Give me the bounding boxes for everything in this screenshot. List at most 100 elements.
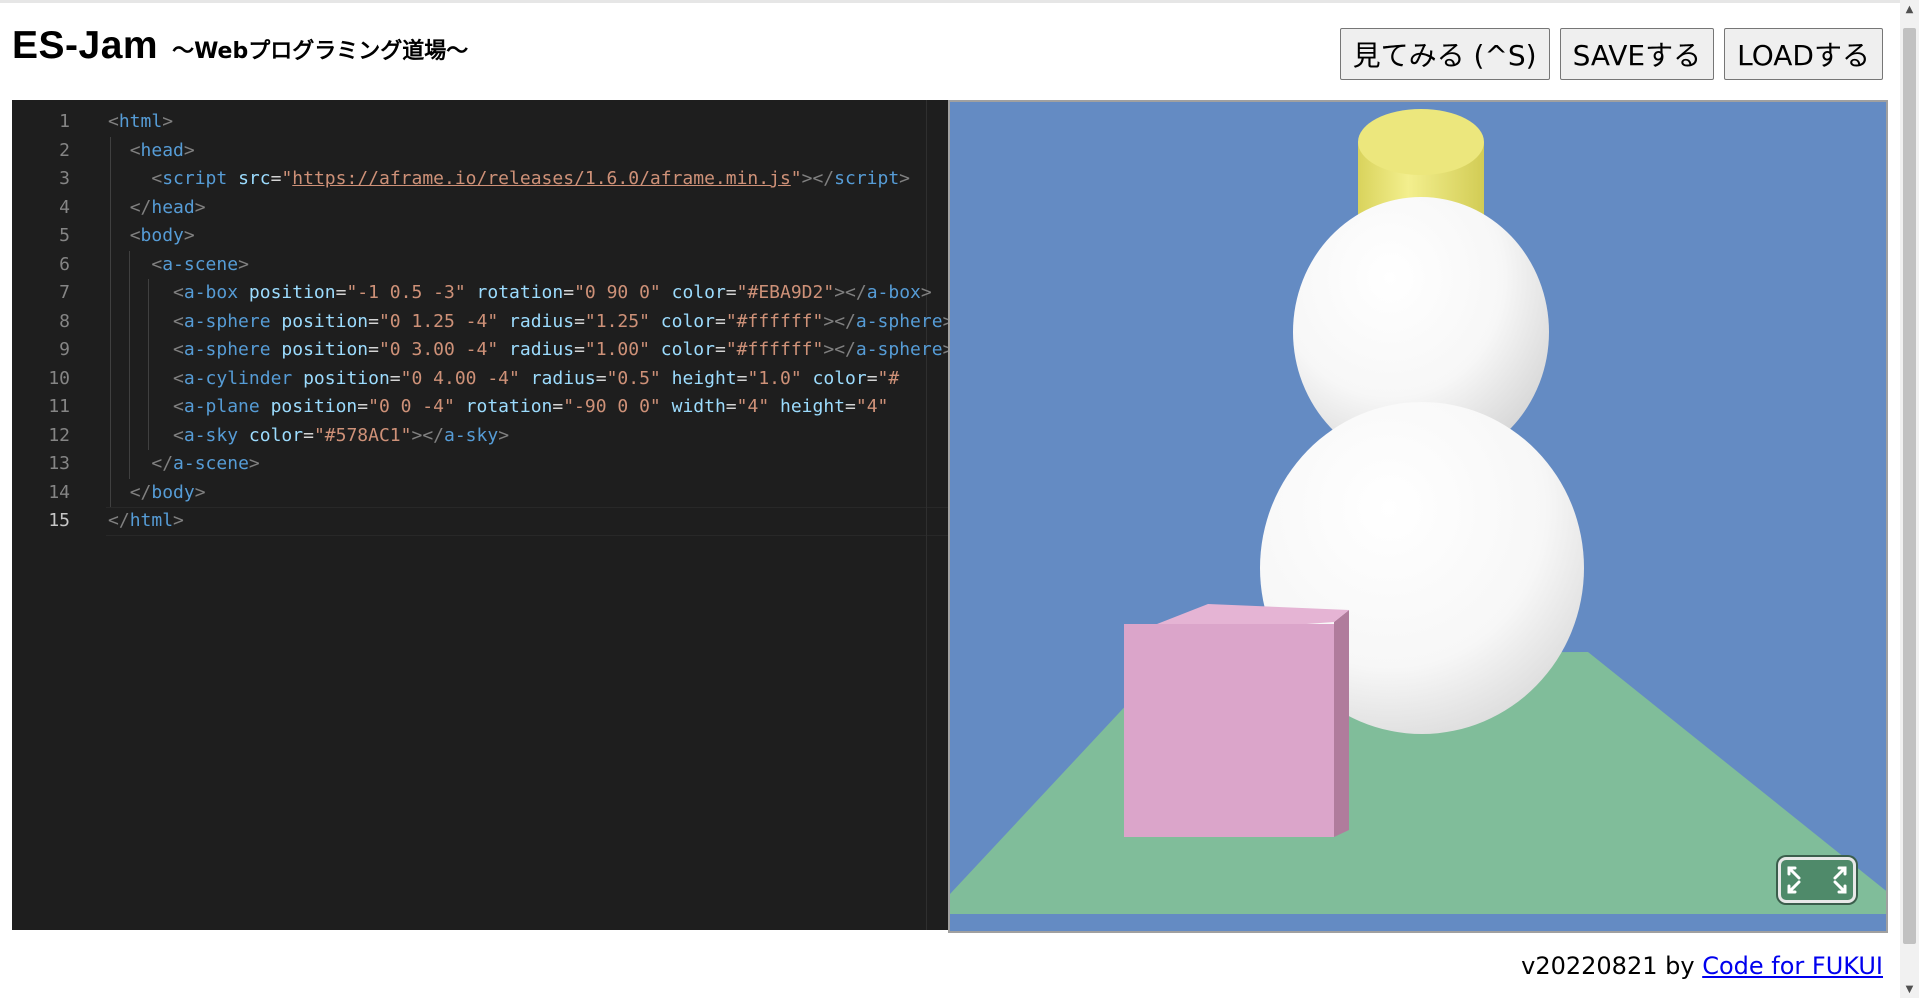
code-token: a-sphere bbox=[183, 310, 271, 332]
app-subtitle: ～Webプログラミング道場～ bbox=[172, 39, 469, 64]
code-token: > bbox=[194, 196, 206, 218]
code-line[interactable]: <a-box position="-1 0.5 -3" rotation="0 … bbox=[108, 279, 932, 308]
code-token: ></ bbox=[823, 339, 856, 360]
code-line[interactable]: </html> bbox=[108, 507, 184, 536]
view-button[interactable]: 見てみる (^S) bbox=[1339, 28, 1550, 80]
line-number: 8 bbox=[59, 310, 70, 332]
code-token: ></ bbox=[801, 168, 835, 189]
line-number: 11 bbox=[48, 396, 70, 417]
cylinder-hat-top bbox=[1358, 109, 1484, 175]
code-line[interactable]: <a-cylinder position="0 4.00 -4" radius=… bbox=[108, 365, 899, 394]
code-token: = bbox=[725, 282, 737, 303]
load-button[interactable]: LOADする bbox=[1724, 28, 1883, 80]
line-number: 10 bbox=[48, 367, 70, 389]
save-button[interactable]: SAVEする bbox=[1559, 28, 1715, 80]
pink-box-side bbox=[1334, 610, 1349, 837]
code-line[interactable]: <head> bbox=[108, 137, 195, 166]
line-number: 7 bbox=[59, 282, 70, 303]
code-token: </ bbox=[108, 510, 130, 531]
code-token: color bbox=[660, 339, 715, 360]
code-for-fukui-link[interactable]: Code for FUKUI bbox=[1702, 952, 1883, 980]
code-token: < bbox=[151, 253, 163, 275]
code-token: head bbox=[151, 196, 195, 218]
code-token: position bbox=[303, 367, 390, 389]
code-token: " bbox=[281, 168, 293, 189]
code-token: "4" bbox=[736, 396, 770, 417]
code-token: color bbox=[248, 424, 304, 446]
code-token: = bbox=[736, 367, 748, 389]
code-line[interactable]: </body> bbox=[108, 479, 206, 508]
code-token: "0 3.00 -4" bbox=[378, 339, 499, 360]
scroll-down-arrow-icon[interactable]: ▼ bbox=[1900, 980, 1919, 998]
code-line[interactable]: </head> bbox=[108, 194, 206, 223]
code-token: a-plane bbox=[183, 396, 260, 417]
by-text: by bbox=[1657, 952, 1703, 980]
code-token: radius bbox=[509, 339, 575, 360]
line-number: 6 bbox=[59, 253, 70, 275]
code-token: = bbox=[563, 282, 575, 303]
code-token: script bbox=[162, 168, 228, 189]
code-line[interactable]: <a-sphere position="0 3.00 -4" radius="1… bbox=[108, 336, 948, 365]
line-number: 14 bbox=[48, 481, 70, 503]
code-line[interactable]: <body> bbox=[108, 222, 195, 251]
code-token: html bbox=[118, 111, 163, 132]
code-token: "1.00" bbox=[584, 339, 650, 360]
code-token: < bbox=[151, 168, 163, 189]
code-line[interactable]: <a-plane position="0 0 -4" rotation="-90… bbox=[108, 393, 888, 422]
code-line[interactable]: <script src="https://aframe.io/releases/… bbox=[108, 165, 910, 194]
code-token: = bbox=[595, 367, 607, 389]
top-border bbox=[0, 0, 1900, 3]
code-token: "#EBA9D2" bbox=[736, 282, 835, 303]
code-token: = bbox=[357, 396, 369, 417]
code-token: < bbox=[108, 111, 119, 132]
toolbar: 見てみる (^S) SAVEする LOADする bbox=[1339, 28, 1883, 80]
code-line[interactable]: </a-scene> bbox=[108, 450, 259, 479]
line-number: 5 bbox=[59, 225, 70, 246]
code-token: > bbox=[899, 168, 911, 189]
code-token: > bbox=[173, 510, 184, 531]
scene-preview[interactable] bbox=[948, 100, 1888, 933]
line-number: 3 bbox=[59, 168, 70, 189]
scrollbar-thumb[interactable] bbox=[1903, 28, 1916, 944]
code-token: > bbox=[498, 424, 510, 446]
code-token: "0 0 -4" bbox=[368, 396, 455, 417]
scroll-up-arrow-icon[interactable]: ▲ bbox=[1900, 0, 1919, 18]
code-token: < bbox=[173, 339, 184, 360]
code-token: a-box bbox=[866, 282, 921, 303]
code-token: </ bbox=[129, 196, 152, 218]
code-line[interactable]: <a-sphere position="0 1.25 -4" radius="1… bbox=[108, 308, 948, 337]
fullscreen-button[interactable] bbox=[1778, 857, 1856, 903]
code-token: " bbox=[790, 168, 802, 189]
code-line[interactable]: <html> bbox=[108, 108, 173, 137]
code-token: < bbox=[173, 396, 184, 417]
code-token: > bbox=[183, 139, 195, 161]
code-token: "4" bbox=[855, 396, 889, 417]
code-token: = bbox=[714, 310, 726, 332]
page-scrollbar[interactable]: ▲ ▼ bbox=[1900, 0, 1919, 998]
code-token: "-1 0.5 -3" bbox=[346, 282, 466, 303]
code-token: "#ffffff" bbox=[725, 310, 824, 332]
code-token: height bbox=[780, 396, 846, 417]
code-token: = bbox=[574, 339, 585, 360]
code-line[interactable]: <a-sky color="#578AC1"></a-sky> bbox=[108, 422, 509, 451]
code-token: src bbox=[238, 168, 271, 189]
code-token: ></ bbox=[823, 310, 856, 332]
code-token: "1.25" bbox=[584, 310, 650, 332]
code-token: = bbox=[368, 310, 379, 332]
line-number-gutter: 1 2 3 4 5 6 7 8 9 10 11 12 13 14 15 bbox=[12, 100, 72, 930]
code-editor[interactable]: 1 2 3 4 5 6 7 8 9 10 11 12 13 14 15 <html> <head> <scr… bbox=[12, 100, 948, 930]
code-area[interactable]: <html> <head> <script src="https://afram… bbox=[108, 100, 948, 930]
